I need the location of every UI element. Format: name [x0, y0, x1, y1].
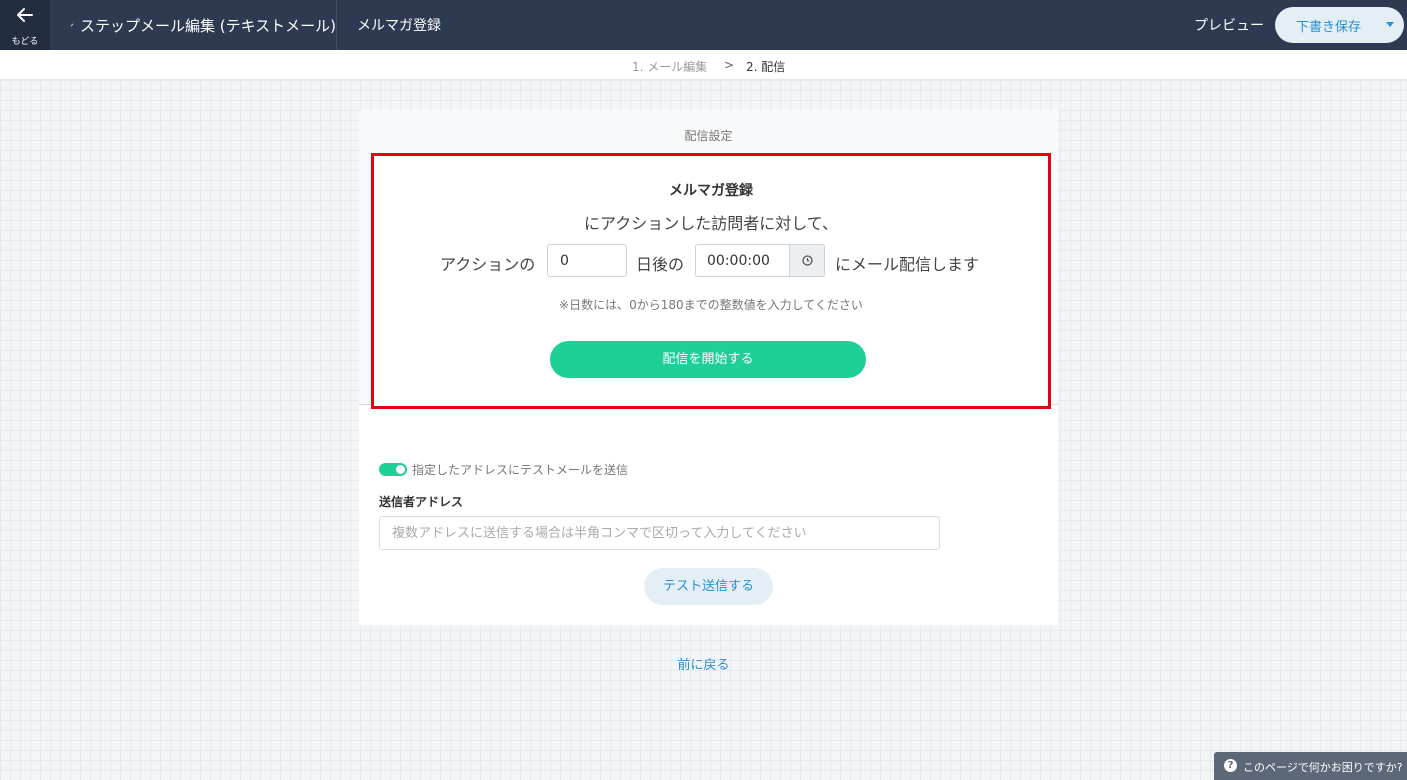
delivery-timing-row: アクションの 日後の にメール配信します [374, 244, 1048, 278]
arrow-left-icon [17, 8, 33, 22]
days-input[interactable] [547, 244, 627, 277]
time-picker-button[interactable] [789, 244, 825, 277]
pencil-icon [70, 23, 74, 27]
back-button[interactable]: もどる [0, 0, 50, 50]
days-suffix: 日後の [636, 255, 685, 274]
time-input[interactable] [695, 244, 789, 277]
question-icon: ? [1224, 759, 1237, 772]
test-send-button[interactable]: テスト送信する [644, 568, 773, 605]
back-link-text[interactable]: 前に戻る [677, 658, 729, 673]
step-mail-edit[interactable]: 1. メール編集 [632, 58, 707, 75]
delivery-settings-box: メルマガ登録 にアクションした訪問者に対して、 アクションの 日後の にメール配… [371, 153, 1051, 409]
help-tab[interactable]: ? このページで何かお困りですか? [1214, 752, 1407, 780]
section-title: 配信設定 [684, 129, 733, 143]
timing-suffix: にメール配信します [835, 255, 980, 274]
test-mail-toggle-label: 指定したアドレスにテストメールを送信 [412, 463, 629, 477]
sender-address-label: 送信者アドレス [379, 495, 464, 509]
save-draft-button[interactable]: 下書き保存 [1275, 7, 1404, 43]
form-name: メルマガ登録 [669, 183, 753, 199]
back-label: もどる [11, 37, 39, 47]
test-mail-toggle[interactable] [379, 463, 407, 476]
toggle-knob [396, 465, 405, 474]
step-breadcrumb: 1. メール編集 > 2. 配信 [0, 50, 1407, 80]
clock-icon [802, 255, 813, 266]
tab-form-name[interactable]: メルマガ登録 [357, 0, 441, 50]
back-link: 前に戻る [0, 654, 1407, 673]
step-delivery: 2. 配信 [746, 60, 786, 74]
step-separator: > [724, 58, 735, 72]
address-input[interactable] [379, 516, 940, 550]
edit-tab-title: ステップメール編集 (テキストメール) [79, 16, 336, 35]
delivery-card: 配信設定 メルマガ登録 にアクションした訪問者に対して、 アクションの 日後の … [359, 110, 1058, 625]
preview-button[interactable]: プレビュー [1194, 15, 1264, 35]
start-delivery-button[interactable]: 配信を開始する [550, 341, 866, 378]
tab-edit-step-mail[interactable]: ステップメール編集 (テキストメール) [50, 0, 337, 50]
top-header: もどる ステップメール編集 (テキストメール) メルマガ登録 プレビュー 下書き… [0, 0, 1407, 50]
action-text: にアクションした訪問者に対して、 [584, 214, 838, 233]
chevron-down-icon[interactable] [1386, 22, 1394, 27]
save-draft-label: 下書き保存 [1296, 20, 1362, 35]
help-text: このページで何かお困りですか? [1243, 761, 1403, 774]
days-note: ※日数には、0から180までの整数値を入力してください [559, 298, 863, 312]
timing-prefix: アクションの [440, 255, 536, 274]
